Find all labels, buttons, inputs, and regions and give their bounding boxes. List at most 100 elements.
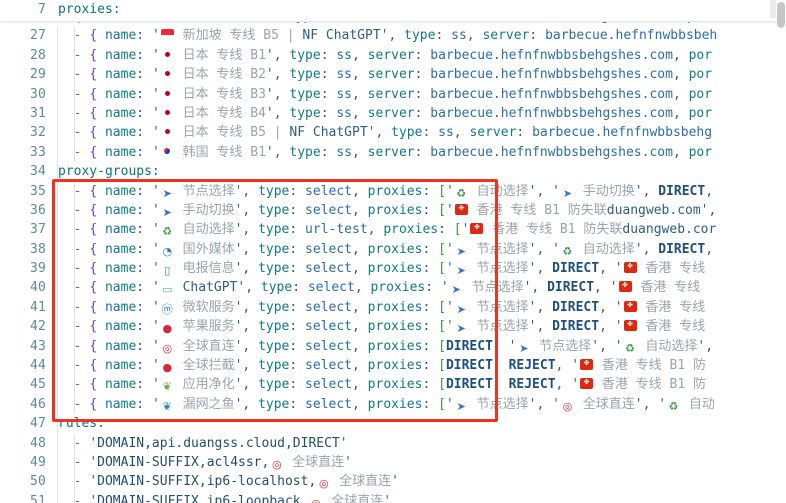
code-token: , — [536, 299, 553, 315]
code-token: [ — [438, 299, 446, 315]
code-token: : — [136, 261, 152, 277]
code-line-row[interactable]: 45 - { name: ' ❦ 应用净化', type: select, pro… — [0, 375, 786, 395]
code-line-row[interactable]: 40 - { name: ' ▭ ChatGPT', type: select, … — [0, 278, 786, 298]
code-token: - — [58, 377, 90, 393]
code-token: , — [352, 202, 368, 218]
code-token: , — [536, 241, 553, 257]
flag-korea-icon — [160, 145, 174, 157]
code-token: : — [425, 280, 441, 296]
code-token: , — [599, 261, 615, 277]
rocket-icon: ➤ — [456, 244, 466, 258]
code-line-row[interactable]: 31 - { name: ' 日本 专线 B4', type: ss, serv… — [0, 103, 786, 124]
code-token: 全球直连 — [284, 454, 345, 470]
code-token: ' — [265, 67, 274, 83]
code-line-row[interactable]: 38 - { name: ' ◔ 国外媒体', type: select, pro… — [0, 239, 786, 260]
code-line-row[interactable]: 33 - { name: ' 韩国 专线 B1', type: ss, serv… — [0, 142, 786, 163]
code-editor[interactable]: 7 proxies: 26 - { name: '🇸🇬 新加坡 专线 B4', … — [0, 0, 786, 503]
code-line-row[interactable]: 36 - { name: ' ➤ 手动切换', type: select, pro… — [0, 200, 786, 221]
code-token: ' — [89, 493, 98, 503]
code-line-row[interactable]: 34 proxy-groups: — [0, 162, 786, 182]
line-number: 49 — [29, 454, 46, 470]
code-line-row[interactable]: 44 - { name: ' ● 全球拦截', type: select, pro… — [0, 356, 786, 376]
code-token: : — [414, 105, 431, 121]
code-token: 全球直连 — [323, 493, 384, 503]
code-token: - — [58, 28, 90, 44]
code-token: , — [242, 358, 259, 374]
code-line-row[interactable]: 28 - { name: ' 日本 专线 B1', type: ss, serv… — [0, 45, 786, 66]
line-number: 34 — [29, 164, 46, 180]
code-token: , — [492, 338, 509, 354]
line-number: 51 — [29, 493, 46, 503]
recycle-icon: ♻ — [162, 225, 173, 239]
code-line-row[interactable]: 48 - 'DOMAIN,api.duangss.cloud,DIRECT' — [0, 433, 786, 453]
code-token: 香港 专线 B1 防 — [594, 377, 706, 393]
code-token: ' — [609, 280, 618, 296]
vertical-scrollbar[interactable] — [770, 0, 786, 503]
code-line-row[interactable]: 30 - { name: ' 日本 专线 B3', type: ss, serv… — [0, 84, 786, 104]
code-token: select — [305, 338, 353, 354]
code-token: : — [136, 222, 152, 238]
code-token: : — [320, 67, 337, 83]
code-line-row[interactable]: 43 - { name: ' ◎ 全球直连', type: select, pro… — [0, 336, 786, 357]
code-token: - — [58, 280, 90, 296]
code-token: ' — [151, 299, 160, 315]
code-surface[interactable]: 26 - { name: '🇸🇬 新加坡 专线 B4', type: ss, s… — [0, 21, 786, 503]
code-token: , — [555, 358, 572, 374]
code-line-row[interactable]: 39 - { name: ' ▯ 电报信息 ', type: select, pro… — [0, 259, 786, 279]
code-line-row[interactable]: 32 - { name: ' 日本 专线 B5 | NF ChatGPT', t… — [0, 123, 786, 143]
code-token: , — [242, 241, 259, 257]
code-token: - — [58, 358, 90, 374]
recycle-icon: ♻ — [562, 244, 573, 258]
flag-hongkong-icon — [623, 262, 637, 274]
code-token: ' — [265, 86, 274, 102]
code-token: select — [305, 241, 353, 257]
code-token: : — [136, 377, 152, 393]
sticky-scroll-header[interactable]: 7 proxies: — [0, 0, 786, 22]
code-token: 应用净化 — [174, 377, 235, 393]
code-line-row[interactable]: 37 - { name: ' ♻ 自动选择', type: url-test, p… — [0, 220, 786, 240]
code-token: 日本 专线 B2 — [174, 67, 266, 83]
code-token: type — [289, 86, 321, 102]
code-token: : — [136, 105, 152, 121]
code-token: ' — [445, 183, 454, 199]
code-token: ' — [151, 338, 160, 354]
code-token: ' — [151, 222, 160, 238]
code-line-row[interactable]: 29 - { name: ' 日本 专线 B2', type: ss, serv… — [0, 65, 786, 85]
code-token: - — [58, 105, 90, 121]
code-token: ' — [151, 47, 160, 63]
code-token: type — [258, 299, 290, 315]
code-line-row[interactable]: 27 - { name: ' 新加坡 专线 B5 | NF ChatGPT', … — [0, 26, 786, 46]
scrollbar-thumb[interactable] — [777, 2, 785, 28]
code-token: , — [242, 299, 259, 315]
rocket-icon: ➤ — [162, 205, 172, 219]
code-line-row[interactable]: 35 - { name: ' ➤ 节点选择', type: select, pro… — [0, 181, 786, 201]
globe-icon: ◔ — [162, 244, 173, 258]
sticky-line-row[interactable]: 7 proxies: — [0, 0, 786, 20]
code-token: name — [104, 261, 137, 277]
code-line-row[interactable]: 41 - { name: ' ⓜ 微软服务', type: select, pro… — [0, 297, 786, 318]
code-token: : — [320, 144, 337, 160]
code-token: select — [305, 183, 353, 199]
code-token: { — [89, 338, 105, 354]
code-token: ' — [461, 222, 470, 238]
code-token: name — [104, 396, 137, 412]
code-token: select — [305, 319, 353, 335]
code-token: : — [320, 86, 337, 102]
code-token: { — [89, 280, 105, 296]
code-token: ' — [151, 241, 160, 257]
code-line-row[interactable]: 49 - 'DOMAIN-SUFFIX,acl4ssr, ◎ 全球直连' — [0, 452, 786, 473]
code-line-row[interactable]: 47 rules: — [0, 414, 786, 434]
leaf-icon: ❦ — [162, 380, 172, 394]
code-token: : — [289, 222, 306, 238]
code-line-row[interactable]: 51 - 'DOMAIN-SUFFIX,ip6-loopback,◎ 全球直连' — [0, 491, 786, 503]
code-token: ' — [151, 28, 160, 44]
line-number: 47 — [29, 416, 46, 432]
code-token: type — [289, 144, 321, 160]
code-line-row[interactable]: 46 - { name: ' ❦ 漏网之鱼', type: select, pro… — [0, 394, 786, 415]
recycle-icon: ♻ — [668, 399, 679, 413]
code-line-row[interactable]: 50 - 'DOMAIN-SUFFIX,ip6-localhost, ◎ 全球直连… — [0, 472, 786, 492]
code-token: name — [104, 202, 137, 218]
code-token: 苹果服务 — [174, 319, 235, 335]
code-line-row[interactable]: 42 - { name: ' ● 苹果服务', type: select, pro… — [0, 317, 786, 337]
flag-hongkong-icon — [618, 281, 632, 293]
